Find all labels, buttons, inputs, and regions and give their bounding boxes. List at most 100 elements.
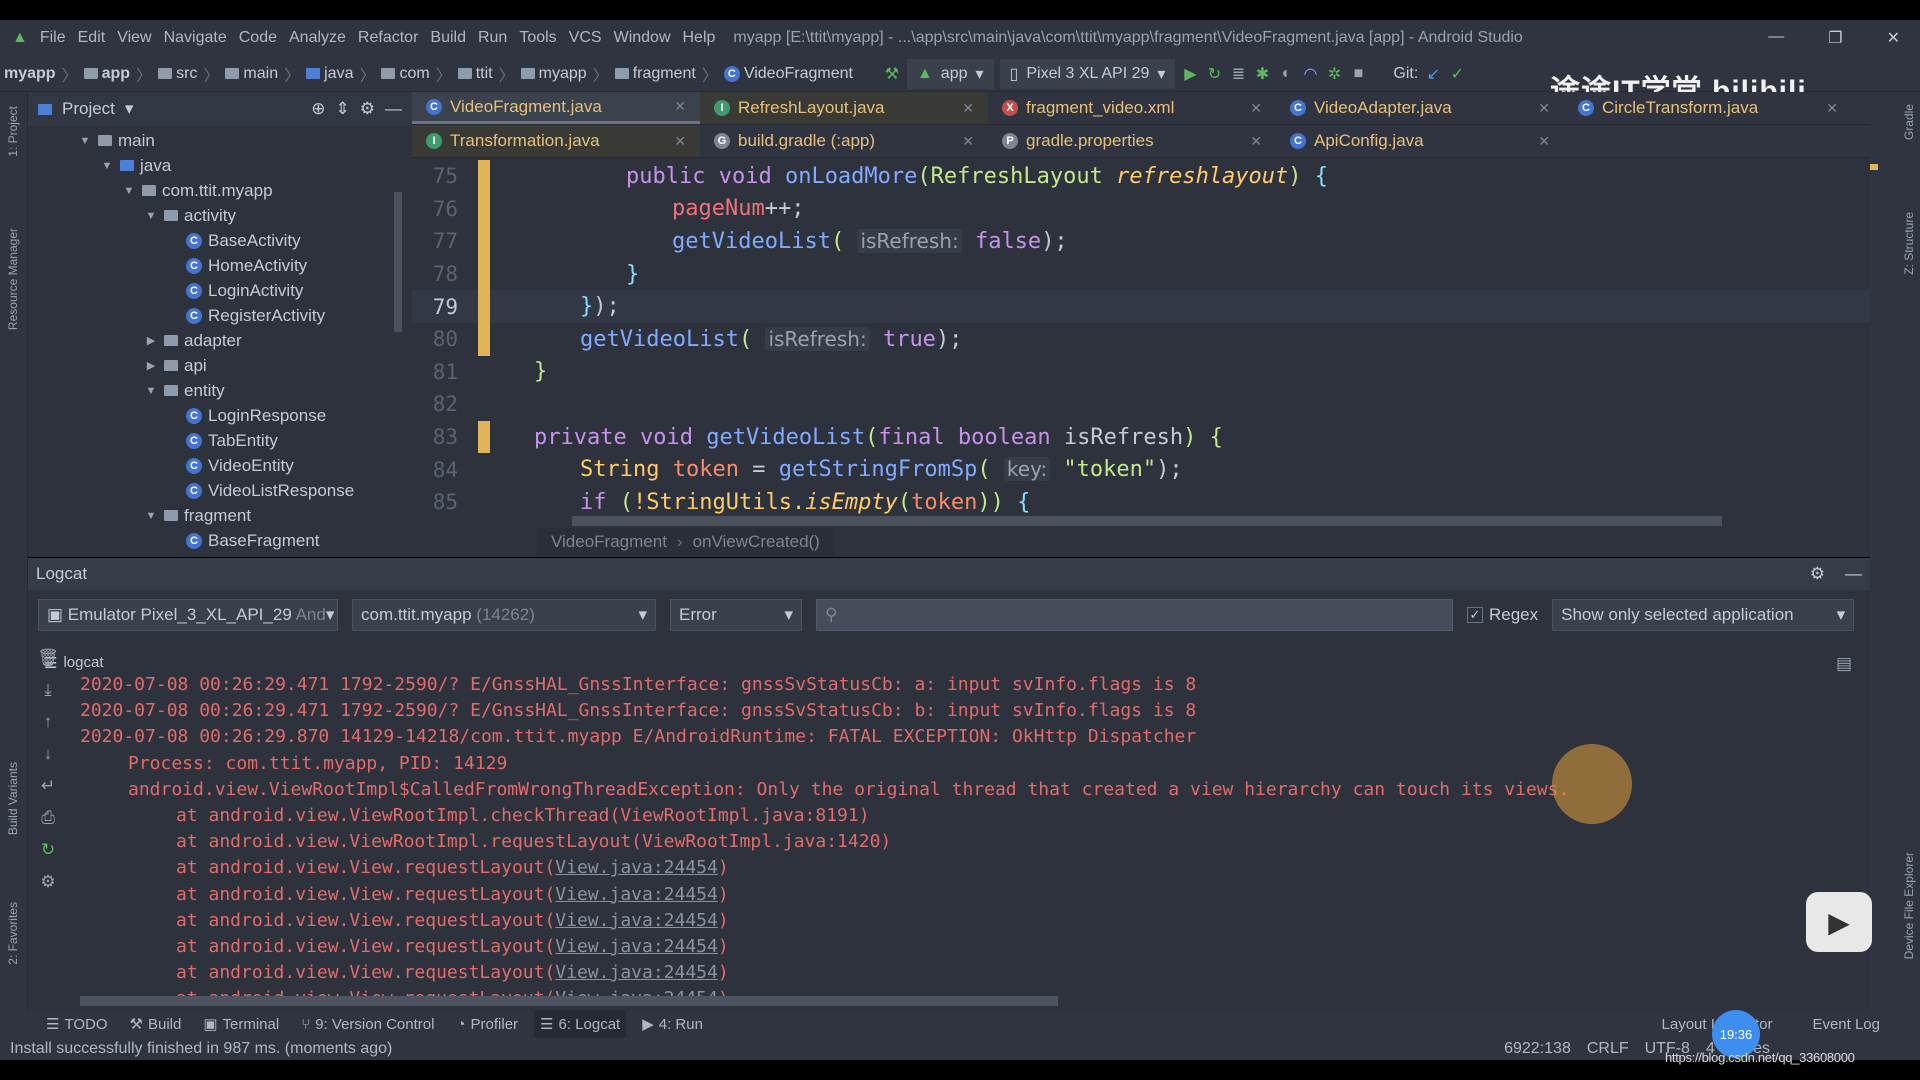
tree-item[interactable]: ▼ java [28,153,412,178]
menu-navigate[interactable]: Navigate [164,29,227,47]
menu-vcs[interactable]: VCS [569,29,602,47]
locate-icon[interactable]: ⊕ [311,99,325,119]
expand-arrow-icon[interactable]: ▶ [144,359,158,372]
regex-checkbox[interactable]: ✓ [1467,607,1483,623]
expand-arrow-icon[interactable]: ▼ [144,385,158,397]
tool-tab[interactable]: ▣ Terminal [197,1010,285,1038]
down-icon[interactable]: ↓ [28,744,68,776]
gradle-tool-button[interactable]: Gradle [1902,104,1916,140]
tree-item[interactable]: ▼ main [28,128,412,153]
menu-file[interactable]: File [40,29,66,47]
close-tab-icon[interactable]: ✕ [962,133,974,150]
close-tab-icon[interactable]: ✕ [1538,100,1550,117]
menu-tools[interactable]: Tools [519,29,556,47]
print-icon[interactable]: ⎙ [28,808,68,840]
tree-item[interactable]: ▶ adapter [28,328,412,353]
editor-tab[interactable]: Gbuild.gradle (:app) ✕ [700,125,988,157]
source-link[interactable]: View.java:24454 [555,988,718,996]
build-hammer-icon[interactable]: ⚒ [883,64,901,84]
hide-icon[interactable]: — [385,99,402,119]
tree-item[interactable]: ▼ entity [28,378,412,403]
tree-item[interactable]: C VideoEntity [28,453,412,478]
gear-icon[interactable]: ⚙ [28,872,68,904]
collapse-all-icon[interactable]: ⇕ [336,99,350,119]
coverage-icon[interactable]: ◐ [1277,65,1295,83]
filter-dropdown[interactable]: Show only selected application ▾ [1552,599,1855,631]
close-tab-icon[interactable]: ✕ [1250,100,1262,117]
close-button[interactable]: ✕ [1887,28,1900,48]
restart-icon[interactable]: ↻ [28,840,68,872]
editor-tab[interactable]: C ApiConfig.java ✕ [1276,125,1564,157]
caret-position[interactable]: 6922:138 [1504,1040,1571,1058]
menu-view[interactable]: View [117,29,151,47]
code-area[interactable]: 75 public void onLoadMore(RefreshLayout r… [412,160,1870,522]
menu-build[interactable]: Build [430,29,466,47]
play-icon[interactable]: ▶ [1806,892,1872,952]
apply-changes-icon[interactable]: ↻ [1205,64,1223,84]
source-link[interactable]: View.java:24454 [555,910,718,931]
source-link[interactable]: View.java:24454 [555,962,718,983]
tool-tab[interactable]: ☰ TODO [40,1010,114,1038]
favorites-tool-button[interactable]: 2: Favorites [6,902,20,965]
editor-tab[interactable]: C VideoFragment.java ✕ [412,92,700,124]
expand-arrow-icon[interactable]: ▼ [122,185,136,197]
structure-tool-button[interactable]: Z: Structure [1902,212,1916,275]
nav-crumb[interactable]: fragment [614,65,696,83]
close-tab-icon[interactable]: ✕ [1250,133,1262,150]
chevron-down-icon[interactable]: ▾ [125,99,134,119]
nav-crumb[interactable]: app [83,65,130,83]
logcat-horizontal-scrollbar[interactable] [80,996,1058,1006]
tree-item[interactable]: C HomeActivity [28,253,412,278]
close-tab-icon[interactable]: ✕ [1538,133,1550,150]
project-tool-button[interactable]: 1: Project [6,106,20,157]
tool-tab[interactable]: ▶ 4: Run [636,1010,709,1038]
project-view-select[interactable]: Project [62,99,115,119]
breadcrumb-method[interactable]: onViewCreated() [693,532,820,552]
expand-arrow-icon[interactable]: ▼ [100,160,114,172]
resource-manager-tool-button[interactable]: Resource Manager [6,228,20,330]
layout-toggle-icon[interactable]: ▤ [1836,654,1852,674]
tree-item[interactable]: C LoginActivity [28,278,412,303]
tree-item[interactable]: C LoginResponse [28,403,412,428]
tree-item[interactable]: C RegisterActivity [28,303,412,328]
menu-window[interactable]: Window [614,29,671,47]
nav-crumb[interactable]: com [381,65,430,83]
source-link[interactable]: View.java:24454 [555,884,718,905]
restore-button[interactable]: ❐ [1828,28,1842,48]
tree-item[interactable]: ▶ api [28,353,412,378]
gear-icon[interactable]: ⚙ [1810,564,1825,584]
nav-crumb[interactable]: myapp [520,65,587,83]
menu-edit[interactable]: Edit [78,29,106,47]
editor-tab[interactable]: C CircleTransform.java ✕ [1564,92,1852,124]
event-log-tab[interactable]: Event Log [1812,1016,1880,1033]
expand-arrow-icon[interactable]: ▼ [144,210,158,222]
hide-icon[interactable]: — [1845,564,1862,584]
logcat-search-input[interactable]: ⚲ [816,599,1453,631]
expand-arrow-icon[interactable]: ▼ [78,135,92,147]
scroll-to-end-icon[interactable]: ⤓ [28,680,68,712]
trash-icon[interactable]: 🗑 [28,648,68,680]
profile-icon[interactable]: ◠ [1301,64,1319,84]
tree-item[interactable]: C VideoListResponse [28,478,412,503]
menu-help[interactable]: Help [683,29,716,47]
editor-horizontal-scrollbar[interactable] [572,516,1722,526]
editor-tab[interactable]: C VideoAdapter.java ✕ [1276,92,1564,124]
breadcrumb-class[interactable]: VideoFragment [551,532,667,552]
nav-crumb[interactable]: main [225,65,278,83]
process-dropdown[interactable]: com.ttit.myapp (14262) ▾ [352,599,656,631]
tool-tab[interactable]: ☰ 6: Logcat [534,1010,627,1038]
editor-tab[interactable]: I RefreshLayout.java ✕ [700,92,988,124]
tree-item[interactable]: C BaseFragment [28,528,412,553]
tool-tab[interactable]: ⚒ Build [124,1010,188,1038]
tree-item[interactable]: ▼ com.ttit.myapp [28,178,412,203]
stop-icon[interactable]: ■ [1349,65,1367,83]
nav-crumb[interactable]: myapp [4,65,56,83]
close-tab-icon[interactable]: ✕ [962,100,974,117]
editor-tab[interactable]: Xfragment_video.xml ✕ [988,92,1276,124]
editor-tab[interactable]: I Transformation.java ✕ [412,125,700,157]
debug-icon[interactable]: ✱ [1253,64,1271,84]
device-dropdown[interactable]: ▣ Emulator Pixel_3_XL_API_29 And ▾ [38,599,338,631]
gear-icon[interactable]: ⚙ [360,99,375,119]
menu-analyze[interactable]: Analyze [289,29,346,47]
menu-run[interactable]: Run [478,29,507,47]
